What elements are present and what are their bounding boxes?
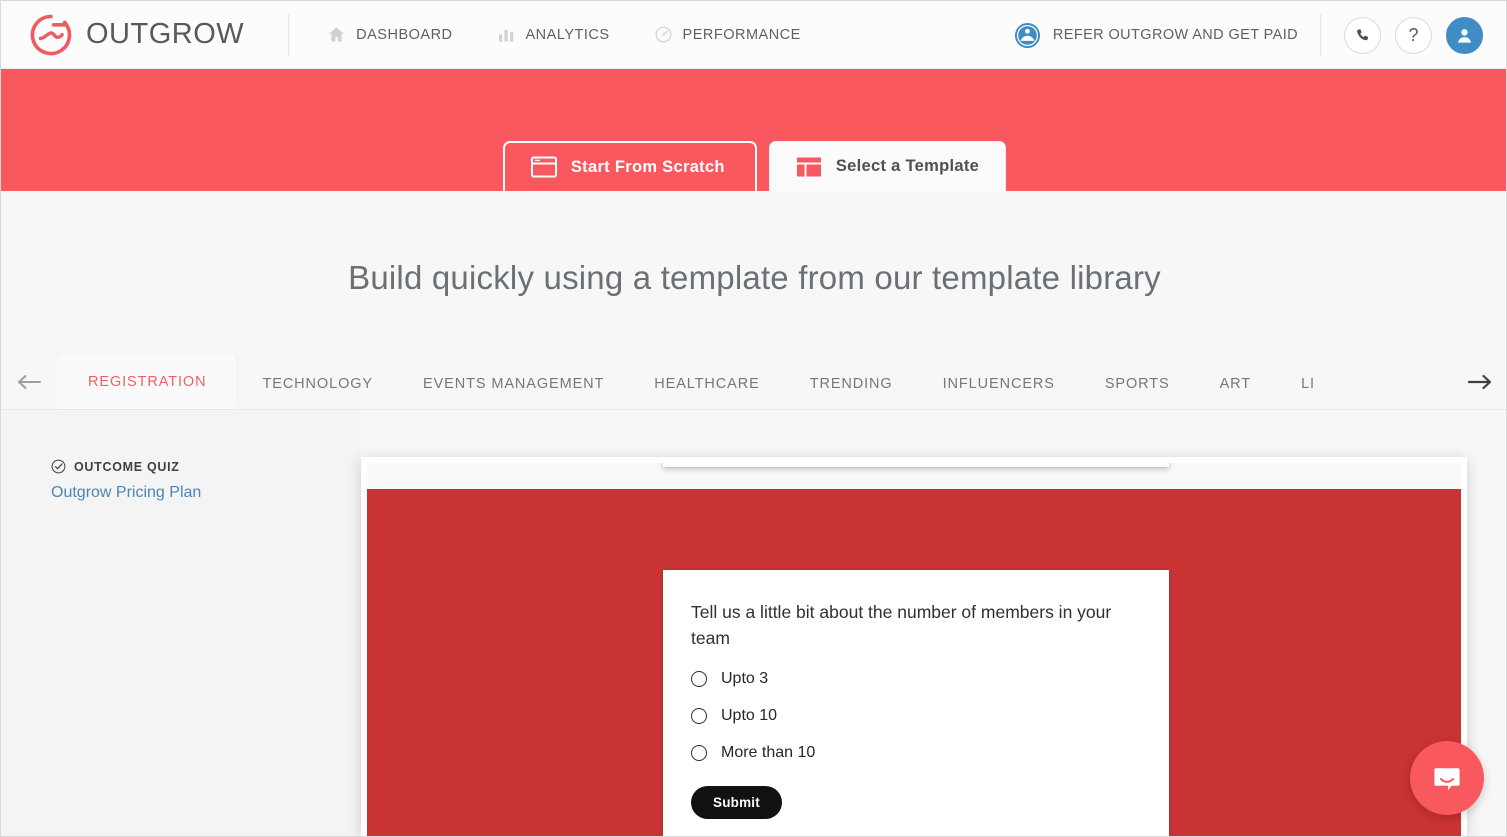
page-title: Build quickly using a template from our … bbox=[1, 259, 1507, 297]
tab-events-management-label: EVENTS MANAGEMENT bbox=[423, 376, 604, 392]
app-root: OUTGROW DASHBOARD ANALYTICS bbox=[0, 0, 1507, 837]
arrow-right-icon bbox=[1467, 372, 1493, 392]
bar-chart-icon bbox=[497, 25, 516, 44]
phone-icon bbox=[1354, 27, 1371, 44]
tabs-scroll-right-button[interactable] bbox=[1452, 355, 1507, 409]
tab-art[interactable]: ART bbox=[1195, 359, 1276, 409]
tab-registration[interactable]: REGISTRATION bbox=[57, 355, 237, 409]
top-navigation-bar: OUTGROW DASHBOARD ANALYTICS bbox=[1, 1, 1507, 69]
template-info-sidebar: OUTCOME QUIZ Outgrow Pricing Plan bbox=[1, 411, 361, 837]
option-more-than-10-label: More than 10 bbox=[721, 744, 815, 762]
help-button[interactable]: ? bbox=[1395, 17, 1432, 54]
radio-icon bbox=[691, 671, 707, 687]
template-name-link[interactable]: Outgrow Pricing Plan bbox=[51, 484, 361, 502]
user-avatar-icon bbox=[1455, 26, 1474, 45]
radio-icon bbox=[691, 745, 707, 761]
submit-button[interactable]: Submit bbox=[691, 786, 782, 819]
option-upto-10-label: Upto 10 bbox=[721, 707, 777, 725]
template-kind-label: OUTCOME QUIZ bbox=[74, 460, 180, 474]
speedometer-icon bbox=[654, 25, 673, 44]
tab-events-management[interactable]: EVENTS MANAGEMENT bbox=[398, 359, 629, 409]
nav-divider bbox=[288, 14, 289, 56]
nav-right-cluster: REFER OUTGROW AND GET PAID ? bbox=[1014, 1, 1507, 69]
nav-item-analytics[interactable]: ANALYTICS bbox=[497, 25, 610, 44]
home-icon bbox=[327, 25, 346, 44]
tab-select-a-template-label: Select a Template bbox=[836, 157, 979, 176]
tabs-scroll-left-button[interactable] bbox=[1, 355, 57, 409]
tab-li-truncated-label: LI bbox=[1301, 376, 1315, 392]
intercom-chat-icon bbox=[1429, 760, 1465, 796]
nav-item-analytics-label: ANALYTICS bbox=[526, 27, 610, 43]
template-content-area: OUTCOME QUIZ Outgrow Pricing Plan Tell u… bbox=[1, 411, 1507, 837]
option-upto-3-label: Upto 3 bbox=[721, 670, 768, 688]
tab-start-from-scratch[interactable]: Start From Scratch bbox=[503, 141, 757, 191]
brand-name: OUTGROW bbox=[86, 18, 244, 51]
refer-outgrow-label: REFER OUTGROW AND GET PAID bbox=[1053, 27, 1298, 43]
tab-li-truncated[interactable]: LI bbox=[1276, 359, 1315, 409]
outgrow-logo-icon bbox=[29, 13, 73, 57]
tab-trending[interactable]: TRENDING bbox=[785, 359, 918, 409]
tab-start-from-scratch-label: Start From Scratch bbox=[571, 158, 725, 177]
primary-nav: DASHBOARD ANALYTICS PERFORMANCE bbox=[327, 25, 801, 44]
window-outline-icon bbox=[531, 156, 557, 178]
chat-launcher-button[interactable] bbox=[1410, 741, 1484, 815]
tab-influencers-label: INFLUENCERS bbox=[943, 376, 1055, 392]
nav-item-dashboard-label: DASHBOARD bbox=[356, 27, 452, 43]
tab-technology[interactable]: TECHNOLOGY bbox=[237, 359, 398, 409]
nav-item-performance-label: PERFORMANCE bbox=[683, 27, 801, 43]
referral-badge-icon bbox=[1014, 22, 1041, 49]
option-upto-10[interactable]: Upto 10 bbox=[691, 707, 1139, 725]
arrow-left-icon bbox=[16, 372, 42, 392]
radio-icon bbox=[691, 708, 707, 724]
nav-item-dashboard[interactable]: DASHBOARD bbox=[327, 25, 452, 44]
tab-art-label: ART bbox=[1220, 376, 1251, 392]
quiz-question-card: Tell us a little bit about the number of… bbox=[663, 570, 1169, 837]
tab-influencers[interactable]: INFLUENCERS bbox=[918, 359, 1080, 409]
category-tab-strip: REGISTRATION TECHNOLOGY EVENTS MANAGEMEN… bbox=[1, 356, 1507, 410]
tab-sports[interactable]: SPORTS bbox=[1080, 359, 1195, 409]
tab-healthcare[interactable]: HEALTHCARE bbox=[629, 359, 784, 409]
option-upto-3[interactable]: Upto 3 bbox=[691, 670, 1139, 688]
layout-panels-icon bbox=[796, 156, 822, 178]
mode-segment-control: Start From Scratch Select a Template bbox=[1, 141, 1507, 191]
tab-healthcare-label: HEALTHCARE bbox=[654, 376, 759, 392]
template-preview-viewport: Tell us a little bit about the number of… bbox=[367, 463, 1461, 837]
tab-trending-label: TRENDING bbox=[810, 376, 893, 392]
tab-registration-label: REGISTRATION bbox=[88, 374, 206, 390]
tab-select-a-template[interactable]: Select a Template bbox=[769, 141, 1006, 191]
question-text: Tell us a little bit about the number of… bbox=[691, 599, 1121, 651]
phone-button[interactable] bbox=[1344, 17, 1381, 54]
tab-technology-label: TECHNOLOGY bbox=[262, 376, 373, 392]
account-button[interactable] bbox=[1446, 17, 1483, 54]
template-preview-card[interactable]: Tell us a little bit about the number of… bbox=[361, 457, 1467, 837]
help-button-label: ? bbox=[1408, 25, 1418, 46]
nav-action-buttons: ? bbox=[1321, 17, 1507, 54]
tab-sports-label: SPORTS bbox=[1105, 376, 1170, 392]
option-more-than-10[interactable]: More than 10 bbox=[691, 744, 1139, 762]
nav-item-performance[interactable]: PERFORMANCE bbox=[654, 25, 801, 44]
refer-outgrow-link[interactable]: REFER OUTGROW AND GET PAID bbox=[1014, 22, 1320, 49]
template-kind: OUTCOME QUIZ bbox=[51, 459, 361, 474]
check-circle-icon bbox=[51, 459, 66, 474]
previous-question-card-clipped bbox=[663, 463, 1169, 467]
quiz-canvas: Tell us a little bit about the number of… bbox=[367, 489, 1461, 837]
category-tab-list: REGISTRATION TECHNOLOGY EVENTS MANAGEMEN… bbox=[57, 355, 1315, 409]
brand-logo[interactable]: OUTGROW bbox=[29, 13, 288, 57]
